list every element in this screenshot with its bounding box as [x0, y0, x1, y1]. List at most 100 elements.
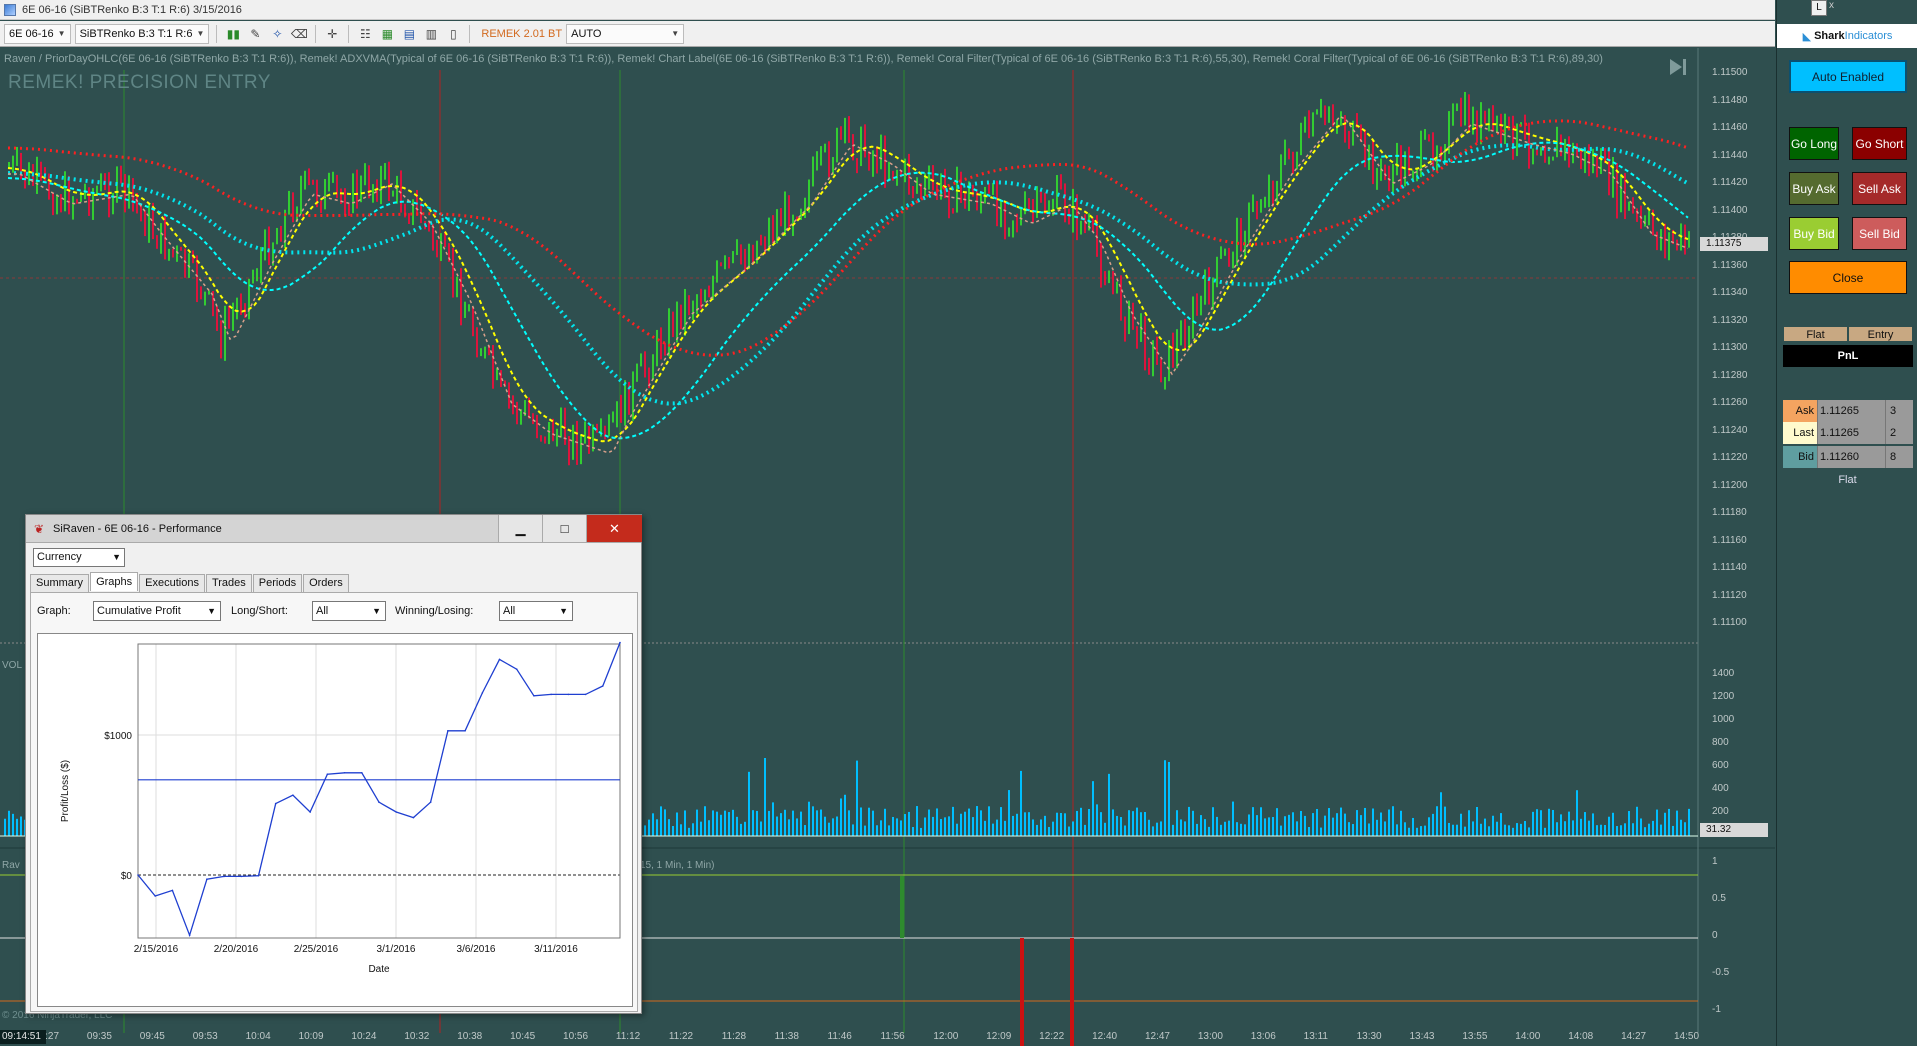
price-bar — [1160, 358, 1162, 383]
long-short-select[interactable]: All ▼ — [312, 601, 386, 621]
maximize-button[interactable]: □ — [542, 515, 586, 542]
graph-type-select[interactable]: Cumulative Profit ▼ — [93, 601, 221, 621]
play-icon[interactable] — [1666, 56, 1688, 78]
indicators-icon[interactable]: ▦ — [378, 25, 396, 43]
auto-enabled-button[interactable]: Auto Enabled — [1789, 60, 1907, 93]
minimize-button[interactable]: ▁ — [498, 515, 542, 542]
price-bar — [1340, 111, 1342, 126]
price-bar — [288, 190, 290, 215]
price-bar — [1136, 326, 1138, 349]
data-box-icon[interactable]: ▥ — [422, 25, 440, 43]
price-bar — [536, 414, 538, 439]
mode-value: AUTO — [571, 27, 602, 40]
tab-summary[interactable]: Summary — [30, 574, 90, 592]
sell-ask-button[interactable]: Sell Ask — [1852, 172, 1907, 205]
price-bar — [540, 435, 542, 442]
winning-losing-select[interactable]: All ▼ — [499, 601, 573, 621]
volume-bar — [1332, 817, 1334, 836]
price-bar — [1344, 115, 1346, 143]
wand-icon[interactable]: ✧ — [268, 25, 286, 43]
tab-orders[interactable]: Orders — [303, 574, 349, 592]
instrument-select[interactable]: 6E 06-16 ▼ — [4, 23, 71, 44]
plot-canvas: 2/15/2016 2/20/2016 2/25/2016 3/1/2016 3/6/2… — [60, 641, 621, 975]
volume-bar — [1352, 824, 1354, 836]
performance-tabs: Summary Graphs Executions Trades Periods Orde… — [30, 572, 350, 592]
volume-bar — [696, 809, 698, 836]
panel-header: L x — [1777, 0, 1917, 24]
price-bar — [944, 168, 946, 199]
candlestick-icon[interactable]: ▮▮ — [224, 25, 242, 43]
price-bar — [1092, 218, 1094, 233]
sell-bid-button[interactable]: Sell Bid — [1852, 217, 1907, 250]
close-position-button[interactable]: Close — [1789, 261, 1907, 294]
volume-bar — [804, 825, 806, 836]
price-bar — [1104, 271, 1106, 286]
price-tick: 1.11440 — [1712, 149, 1748, 161]
performance-window[interactable]: ❦ SiRaven - 6E 06-16 - Performance ▁ □ ✕… — [25, 514, 642, 1014]
volume-bar — [700, 821, 702, 836]
price-bar — [688, 295, 690, 316]
buy-ask-button[interactable]: Buy Ask — [1789, 172, 1839, 205]
volume-bar — [1536, 809, 1538, 836]
volume-bar — [780, 813, 782, 836]
properties-icon[interactable]: ☷ — [356, 25, 374, 43]
volume-bar — [1088, 809, 1090, 836]
price-bar — [712, 275, 714, 300]
lock-button[interactable]: L — [1811, 0, 1827, 16]
price-bar — [1080, 220, 1082, 235]
volume-bar — [868, 807, 870, 836]
notes-icon[interactable]: ▯ — [444, 25, 462, 43]
tab-executions[interactable]: Executions — [139, 574, 205, 592]
price-bar — [384, 163, 386, 180]
go-long-button[interactable]: Go Long — [1789, 127, 1839, 160]
bar-type-select[interactable]: SiBTRenko B:3 T:1 R:6 ▼ — [74, 23, 210, 44]
close-window-button[interactable]: ✕ — [586, 515, 642, 542]
price-bar — [228, 305, 230, 329]
close-icon[interactable]: x — [1829, 0, 1843, 16]
price-tick: 1.11120 — [1712, 589, 1747, 601]
price-bar — [1480, 102, 1482, 145]
price-bar — [1228, 247, 1230, 267]
price-bar — [1644, 215, 1646, 227]
tab-graphs[interactable]: Graphs — [90, 572, 139, 591]
mode-select[interactable]: AUTO ▼ — [566, 23, 685, 44]
profit-point — [601, 685, 604, 687]
close-icon: ✕ — [609, 520, 620, 536]
buy-bid-button[interactable]: Buy Bid — [1789, 217, 1839, 250]
strategy-label: REMEK 2.01 BT — [481, 27, 563, 40]
display-unit-select[interactable]: Currency ▼ — [33, 548, 125, 567]
tab-trades[interactable]: Trades — [205, 574, 252, 592]
volume-bar — [1368, 823, 1370, 836]
price-bar — [588, 426, 590, 454]
performance-title-bar[interactable]: ❦ SiRaven - 6E 06-16 - Performance ▁ □ ✕ — [26, 515, 642, 543]
volume-bar — [820, 809, 822, 836]
price-bar — [1600, 148, 1602, 174]
volume-bar — [1552, 809, 1554, 836]
price-bar — [1660, 229, 1662, 251]
price-bar — [180, 246, 182, 251]
volume-bar — [652, 813, 654, 836]
volume-bar — [1180, 819, 1182, 836]
pencil-icon[interactable]: ✎ — [246, 25, 264, 43]
volume-bar — [676, 812, 678, 836]
eraser-icon[interactable]: ⌫ — [290, 25, 308, 43]
price-bar — [388, 161, 390, 201]
price-bar — [76, 198, 78, 204]
price-bar — [1552, 156, 1554, 161]
last-row: Last 1.11265 2 — [1783, 422, 1913, 444]
volume-bar — [728, 812, 730, 836]
position-state: Flat — [1783, 326, 1848, 342]
tab-periods[interactable]: Periods — [252, 574, 303, 592]
crosshair-icon[interactable]: ✛ — [323, 25, 341, 43]
volume-bar — [856, 760, 858, 836]
go-short-button[interactable]: Go Short — [1852, 127, 1907, 160]
time-tick: 14:50 — [1674, 1031, 1700, 1042]
last-price: 1.11265 — [1817, 422, 1885, 444]
volume-bar — [1036, 824, 1038, 836]
price-bar — [1668, 232, 1670, 261]
volume-bar — [1176, 810, 1178, 836]
price-bar — [1300, 122, 1302, 156]
volume-bar — [764, 758, 766, 836]
strategies-icon[interactable]: ▤ — [400, 25, 418, 43]
volume-bar — [1556, 822, 1558, 836]
